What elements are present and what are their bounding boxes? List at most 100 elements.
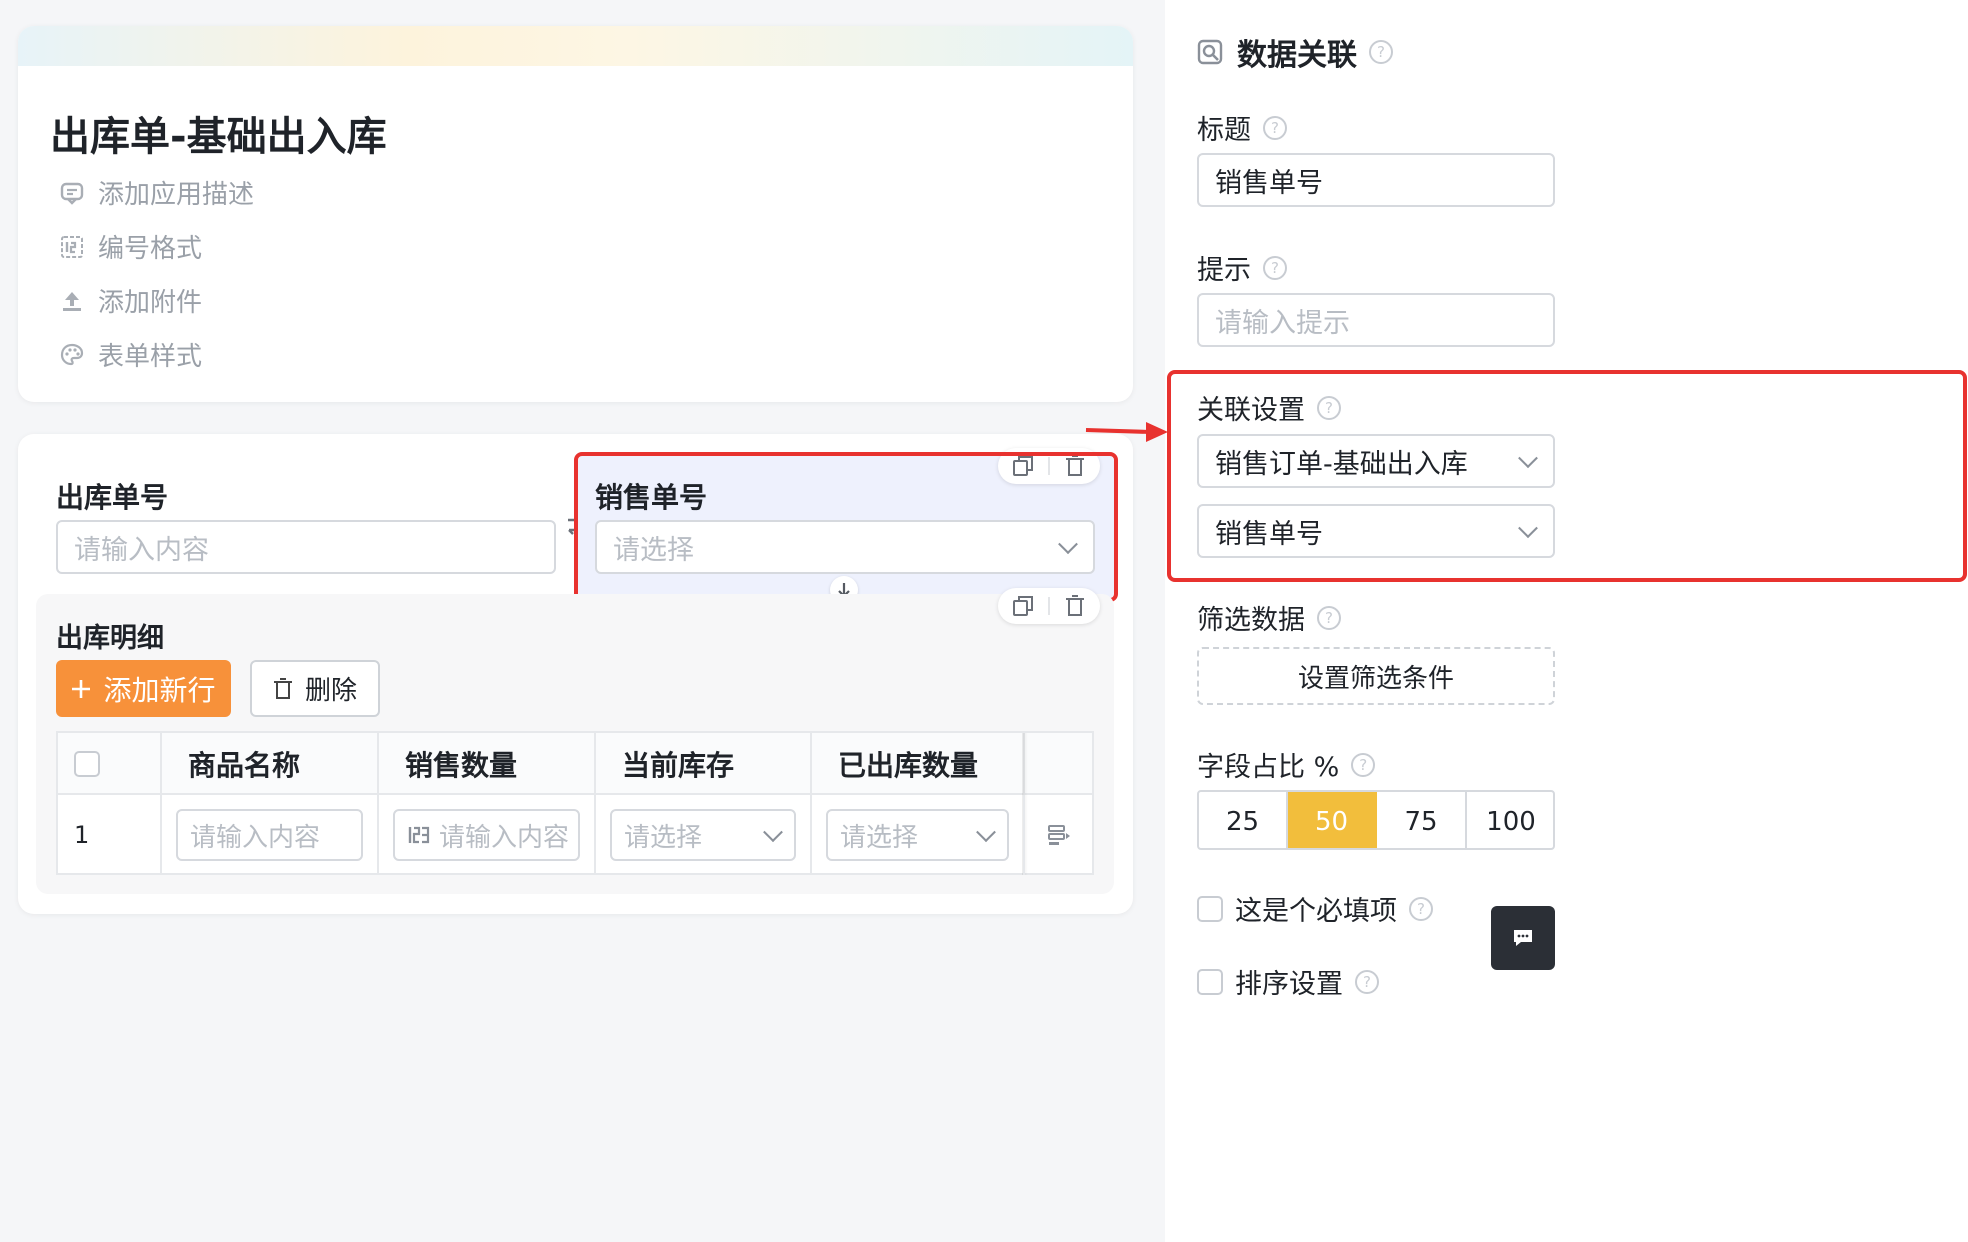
help-icon[interactable]: ? [1409,896,1433,921]
panel-header: 数据关联 ? [1197,30,1393,74]
trash-icon [273,677,292,699]
palette-icon [60,343,84,365]
add-row-label: 添加新行 [103,673,216,707]
input-placeholder: 请输入内容 [439,822,570,853]
sales-qty-input[interactable]: 请输入内容 [393,809,580,861]
data-link-icon [1197,39,1223,65]
table-cell: 请输入内容 [379,795,596,875]
help-icon[interactable]: ? [1263,115,1287,140]
help-icon[interactable]: ? [1355,969,1379,994]
copy-icon[interactable] [1012,595,1034,617]
width-option-75[interactable]: 75 [1377,792,1467,848]
plus-icon [72,679,91,698]
title-label: 标题 [1197,115,1251,146]
select-placeholder: 请选择 [840,822,919,853]
delete-row-label: 删除 [304,676,357,706]
title-label-row: 标题 ? [1197,108,1287,147]
table-cell: 请输入内容 [162,795,379,875]
number-icon [408,826,430,844]
width-segmented-control: 25 50 75 100 [1197,790,1555,850]
add-attachment-option[interactable]: 添加附件 [60,282,202,319]
input-placeholder: 请输入内容 [74,534,209,566]
number-format-option[interactable]: 编号格式 [60,228,202,265]
upload-icon [63,291,81,311]
hint-label: 提示 [1197,255,1251,286]
detail-table: 商品名称 销售数量 当前库存 已出库数量 1 请输入内容 请输入内容 请选择 请 [56,731,1094,875]
link-settings-highlight-box [1167,370,1967,582]
outbound-no-label: 出库单号 [56,481,169,514]
required-label: 这是个必填项 [1235,896,1397,927]
column-label: 已出库数量 [838,749,979,782]
set-filter-button[interactable]: 设置筛选条件 [1197,647,1555,705]
width-option-label: 75 [1404,807,1438,837]
help-icon[interactable]: ? [1317,605,1341,630]
hint-input[interactable]: 请输入提示 [1197,293,1555,347]
header-gradient [18,26,1133,66]
input-placeholder: 请输入内容 [190,822,321,853]
properties-panel: 数据关联 ? 标题 ? 销售单号 提示 ? 请输入提示 关联设置 ? 销售订单-… [1165,0,1968,1242]
width-option-100[interactable]: 100 [1467,792,1553,848]
select-all-checkbox[interactable] [74,751,100,777]
row-index-cell: 1 [58,795,162,875]
title-input[interactable]: 销售单号 [1197,153,1555,207]
column-header: 当前库存 [596,733,812,795]
width-option-50[interactable]: 50 [1288,792,1377,848]
page-title: 出库单-基础出入库 [50,114,387,160]
sort-option[interactable]: 排序设置 ? [1197,962,1379,1001]
outbound-no-input[interactable]: 请输入内容 [56,520,556,574]
row-actions-cell [1025,795,1094,875]
add-description-option[interactable]: 添加应用描述 [60,174,254,211]
input-value: 销售单号 [1215,167,1323,199]
column-label: 商品名称 [188,749,301,782]
chat-icon [1514,930,1532,946]
sort-checkbox[interactable] [1197,968,1223,995]
delete-row-button[interactable]: 删除 [250,660,380,717]
filter-label: 筛选数据 [1197,605,1305,636]
row-detail-icon[interactable] [1047,824,1072,846]
width-label-row: 字段占比 % ? [1197,745,1376,784]
width-option-label: 100 [1486,807,1536,837]
width-option-label: 25 [1225,807,1260,837]
help-icon[interactable]: ? [1351,752,1376,777]
column-header: 已出库数量 [812,733,1025,795]
sort-label: 排序设置 [1235,969,1343,1000]
form-header-card: 出库单-基础出入库 添加应用描述 编号格式 添加附件 表单样式 [18,26,1133,402]
input-placeholder: 请输入提示 [1215,307,1350,339]
current-stock-select[interactable]: 请选择 [610,809,796,861]
product-name-input[interactable]: 请输入内容 [176,809,363,861]
hint-label-row: 提示 ? [1197,248,1287,287]
chat-button[interactable] [1491,906,1555,970]
table-cell: 请选择 [812,795,1025,875]
column-header: 销售数量 [379,733,596,795]
select-all-header [58,733,162,795]
chevron-down-icon [763,822,783,843]
toolbar-separator [1048,597,1050,615]
table-cell: 请选择 [596,795,812,875]
add-row-button[interactable]: 添加新行 [56,660,231,717]
shipped-qty-select[interactable]: 请选择 [826,809,1009,861]
panel-title: 数据关联 [1237,38,1357,73]
option-label: 添加附件 [98,288,203,318]
help-icon[interactable]: ? [1263,255,1287,280]
subform-toolbar [998,588,1100,624]
form-body-card: 出库单号 请输入内容 销售单号 请选择 出库明细 添加新行 删除 商品名称 销售… [18,434,1133,914]
width-option-label: 50 [1314,807,1349,837]
width-option-25[interactable]: 25 [1199,792,1288,848]
set-filter-label: 设置筛选条件 [1297,663,1454,694]
width-label: 字段占比 % [1197,752,1340,783]
required-checkbox[interactable] [1197,895,1223,922]
detail-subform[interactable]: 出库明细 添加新行 删除 商品名称 销售数量 当前库存 已出库数量 1 请输入内… [36,588,1114,894]
column-label: 当前库存 [622,749,735,782]
option-label: 表单样式 [98,342,203,372]
help-icon[interactable]: ? [1369,40,1393,64]
row-index: 1 [74,821,90,849]
filter-label-row: 筛选数据 ? [1197,598,1341,637]
column-header: 商品名称 [162,733,379,795]
required-option[interactable]: 这是个必填项 ? [1197,889,1433,928]
trash-icon[interactable] [1064,595,1086,617]
sales-no-highlight-box [574,452,1118,602]
option-label: 编号格式 [98,234,203,264]
form-style-option[interactable]: 表单样式 [60,336,202,373]
option-label: 添加应用描述 [98,180,255,210]
chevron-down-icon [976,822,996,843]
